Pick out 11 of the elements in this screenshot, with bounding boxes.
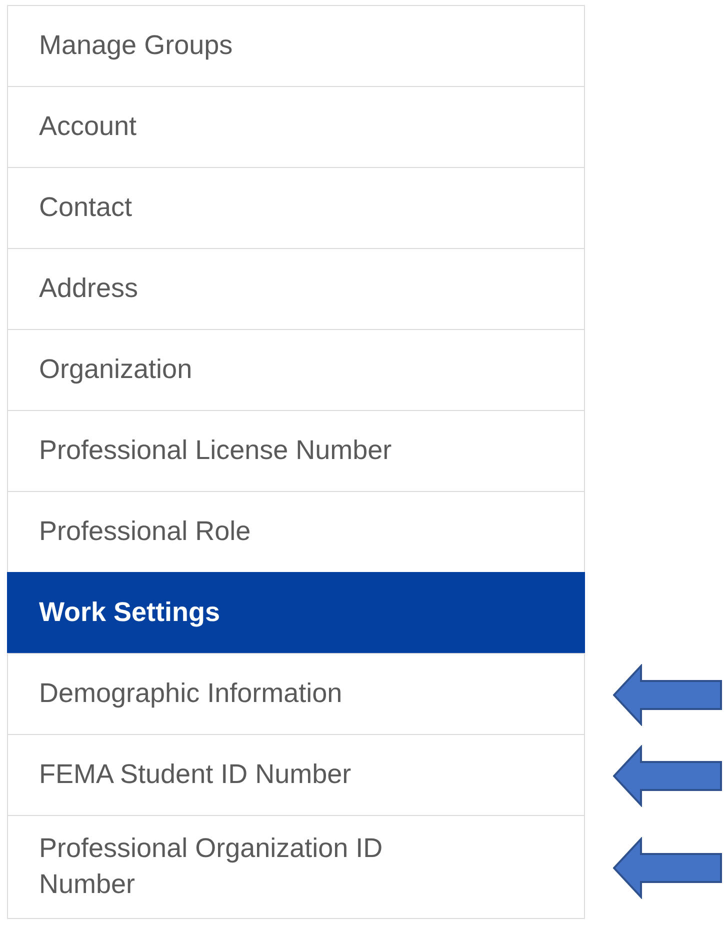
menu-item[interactable]: Professional License Number — [7, 410, 585, 492]
menu-item[interactable]: Professional Role — [7, 491, 585, 573]
menu-item[interactable]: Address — [7, 248, 585, 330]
menu-item[interactable]: Organization — [7, 329, 585, 411]
menu-item[interactable]: Account — [7, 86, 585, 168]
menu-item[interactable]: Contact — [7, 167, 585, 249]
menu-item[interactable]: Professional Organization ID Number — [7, 815, 585, 919]
menu-item[interactable]: FEMA Student ID Number — [7, 734, 585, 816]
menu-item[interactable]: Demographic Information — [7, 653, 585, 735]
menu-item[interactable]: Manage Groups — [7, 5, 585, 87]
menu-item[interactable]: Work Settings — [7, 572, 585, 654]
